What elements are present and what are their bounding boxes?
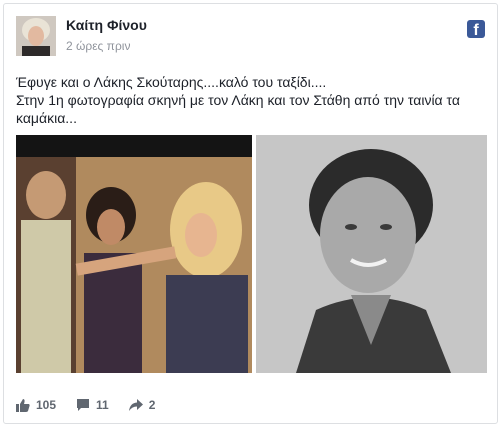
post-photo-2[interactable] (256, 135, 487, 373)
post-timestamp[interactable]: 2 ώρες πριν (66, 39, 130, 53)
thumbs-up-icon (16, 399, 30, 412)
share-arrow-icon (128, 399, 143, 411)
facebook-icon[interactable]: f (467, 20, 485, 38)
author-avatar[interactable] (16, 16, 56, 56)
comment-count: 11 (96, 398, 109, 412)
facebook-post-card: Καίτη Φίνου 2 ώρες πριν f Έφυγε και ο Λά… (3, 3, 498, 424)
share-count: 2 (148, 398, 156, 412)
post-text: Έφυγε και ο Λάκης Σκούταρης....καλό του … (16, 73, 486, 127)
post-photo-1[interactable] (16, 135, 252, 373)
comment-icon (77, 399, 90, 411)
author-name[interactable]: Καίτη Φίνου (66, 17, 147, 33)
post-text-line-2: Στην 1η φωτογραφία σκηνή με τον Λάκη και… (16, 92, 460, 126)
post-actions: 105 11 2 (16, 398, 175, 412)
share-action[interactable]: 2 (128, 398, 156, 412)
like-count: 105 (36, 398, 57, 412)
like-action[interactable]: 105 (16, 398, 56, 412)
post-text-line-1: Έφυγε και ο Λάκης Σκούταρης....καλό του … (16, 74, 327, 90)
comment-action[interactable]: 11 (76, 398, 109, 412)
